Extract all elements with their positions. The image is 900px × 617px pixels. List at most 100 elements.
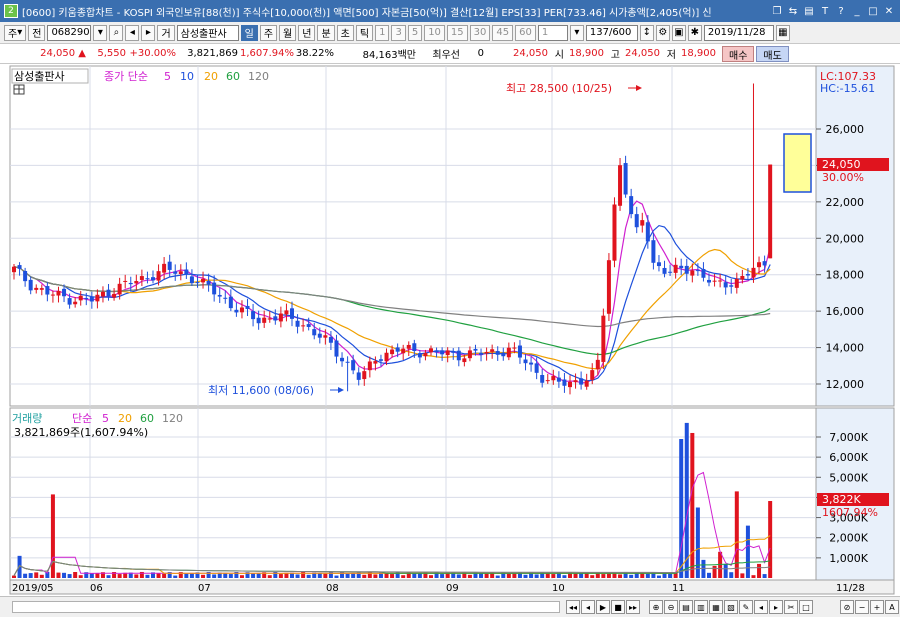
volume-bar	[295, 574, 300, 578]
volume-bar	[618, 574, 623, 578]
overlay-icon[interactable]: ▦	[709, 600, 723, 614]
volume-bar	[601, 574, 606, 578]
period-day[interactable]: 일	[240, 24, 258, 41]
volume-bar	[679, 439, 684, 578]
cut-icon[interactable]: ✂	[784, 600, 798, 614]
first-button[interactable]: ◂◂	[566, 600, 580, 614]
interval-3[interactable]: 3	[391, 24, 406, 41]
scroll-left-icon[interactable]: ◂	[754, 600, 768, 614]
prev-page-button[interactable]: ◂	[581, 600, 595, 614]
play-button[interactable]: ▶	[596, 600, 610, 614]
low-label: 저	[666, 50, 676, 61]
candle-body	[23, 271, 28, 282]
prev-stock-icon[interactable]: ▸	[141, 24, 156, 41]
candle-body	[273, 316, 278, 321]
candle-body	[568, 381, 572, 388]
zoom-in-icon[interactable]: ⊕	[649, 600, 663, 614]
period-tick[interactable]: 틱	[355, 24, 374, 41]
stock-chart[interactable]: 삼성출판사 종가 단순 5 10 20 60 120 LC:107.33 HC:…	[0, 64, 900, 596]
volume-bar	[201, 574, 206, 578]
trade-button[interactable]: 거	[157, 24, 175, 41]
candle-body	[551, 376, 556, 381]
volume-bar	[729, 572, 734, 578]
scroll-right-icon[interactable]: ▸	[769, 600, 783, 614]
sell-button[interactable]: 매도	[756, 45, 789, 62]
compare-icon[interactable]: ▥	[694, 600, 708, 614]
maximize-icon[interactable]: □	[866, 4, 880, 18]
stock-code-input[interactable]: 068290	[47, 24, 92, 41]
link-icon[interactable]: ⇆	[786, 4, 800, 18]
open-label: 시	[554, 50, 564, 61]
candle-body	[707, 279, 711, 283]
volume-bar	[184, 573, 189, 578]
interval-30[interactable]: 30	[469, 24, 491, 41]
interval-45[interactable]: 45	[492, 24, 514, 41]
date-input[interactable]: 2019/11/28	[703, 24, 774, 41]
code-dropdown-icon[interactable]: ▾	[93, 24, 108, 41]
volume-bar	[345, 573, 350, 578]
candle-body	[167, 261, 172, 270]
calendar-icon[interactable]: ▦	[775, 24, 790, 41]
volume-bar	[768, 501, 773, 578]
capture-icon[interactable]: ▤	[679, 600, 693, 614]
prev-button[interactable]: 전	[28, 24, 46, 41]
interval-1[interactable]: 1	[375, 24, 390, 41]
interval-5[interactable]: 5	[407, 24, 423, 41]
font-icon[interactable]: A	[885, 600, 899, 614]
count-dropdown-icon[interactable]: ▾	[569, 24, 584, 41]
gear-icon[interactable]: ✱	[687, 24, 702, 41]
period-second[interactable]: 초	[336, 24, 354, 41]
next-page-button[interactable]: ▸▸	[626, 600, 640, 614]
buy-button[interactable]: 매수	[722, 45, 755, 62]
candle-body	[123, 280, 128, 282]
scroll-bar[interactable]: ◂◂ ◂ ▶ ■ ▸▸ ⊕ ⊖ ▤ ▥ ▦ ▧ ✎ ◂ ▸ ✂ □ ⊘ − + …	[0, 596, 900, 617]
candle-body	[378, 359, 383, 361]
minimize-icon[interactable]: _	[850, 4, 864, 18]
candle-body	[84, 297, 89, 299]
settings-icon[interactable]: ⚙	[655, 24, 670, 41]
sound-icon[interactable]: ◂	[125, 24, 140, 41]
candle-body	[440, 350, 445, 355]
interval-10[interactable]: 10	[424, 24, 445, 41]
period-month[interactable]: 월	[279, 24, 297, 41]
restore-icon[interactable]: ❐	[770, 4, 784, 18]
price-tick-label: 12,000	[826, 378, 865, 391]
target-box[interactable]	[783, 133, 812, 193]
fit-icon[interactable]: ↕	[639, 24, 654, 41]
search-icon[interactable]: ⌕	[109, 24, 124, 41]
expand-icon[interactable]: +	[870, 600, 884, 614]
scroll-track[interactable]	[12, 601, 560, 613]
reset-icon[interactable]: ⊘	[840, 600, 854, 614]
zoom-out-icon[interactable]: ⊖	[664, 600, 678, 614]
stop-button[interactable]: ■	[611, 600, 625, 614]
close-icon[interactable]: ✕	[882, 4, 896, 18]
pin-icon[interactable]: T	[818, 4, 832, 18]
period-week[interactable]: 주	[259, 24, 278, 41]
volume-bar	[684, 422, 689, 578]
save-icon[interactable]: ▣	[671, 24, 686, 41]
date-label-4: 09	[446, 583, 459, 594]
window-title: [0600] 키움종합차트 - KOSPI 외국인보유[88(천)] 주식수[1…	[22, 7, 712, 19]
market-select[interactable]: 주 ▾	[4, 24, 27, 41]
price-panel[interactable]	[9, 65, 817, 407]
candle-body	[328, 336, 333, 343]
volume-bar	[145, 574, 150, 578]
volume-bar	[156, 573, 161, 578]
interval-60[interactable]: 60	[515, 24, 536, 41]
candle-body	[128, 282, 133, 285]
shrink-icon[interactable]: −	[855, 600, 869, 614]
period-minute[interactable]: 분	[317, 24, 335, 41]
help-icon[interactable]: ?	[834, 4, 848, 18]
count-input[interactable]: 1	[537, 24, 568, 41]
candle-body	[723, 282, 728, 288]
tool-icon[interactable]: ✎	[739, 600, 753, 614]
print-icon[interactable]: ▤	[802, 4, 816, 18]
full-icon[interactable]: □	[799, 600, 813, 614]
period-year[interactable]: 년	[298, 24, 316, 41]
interval-15[interactable]: 15	[446, 24, 468, 41]
candle-body	[412, 343, 417, 351]
split-icon[interactable]: ▧	[724, 600, 738, 614]
volume-bar	[523, 574, 528, 578]
volume-bar	[707, 572, 711, 578]
bar-count-field[interactable]: 137/600	[585, 24, 638, 41]
